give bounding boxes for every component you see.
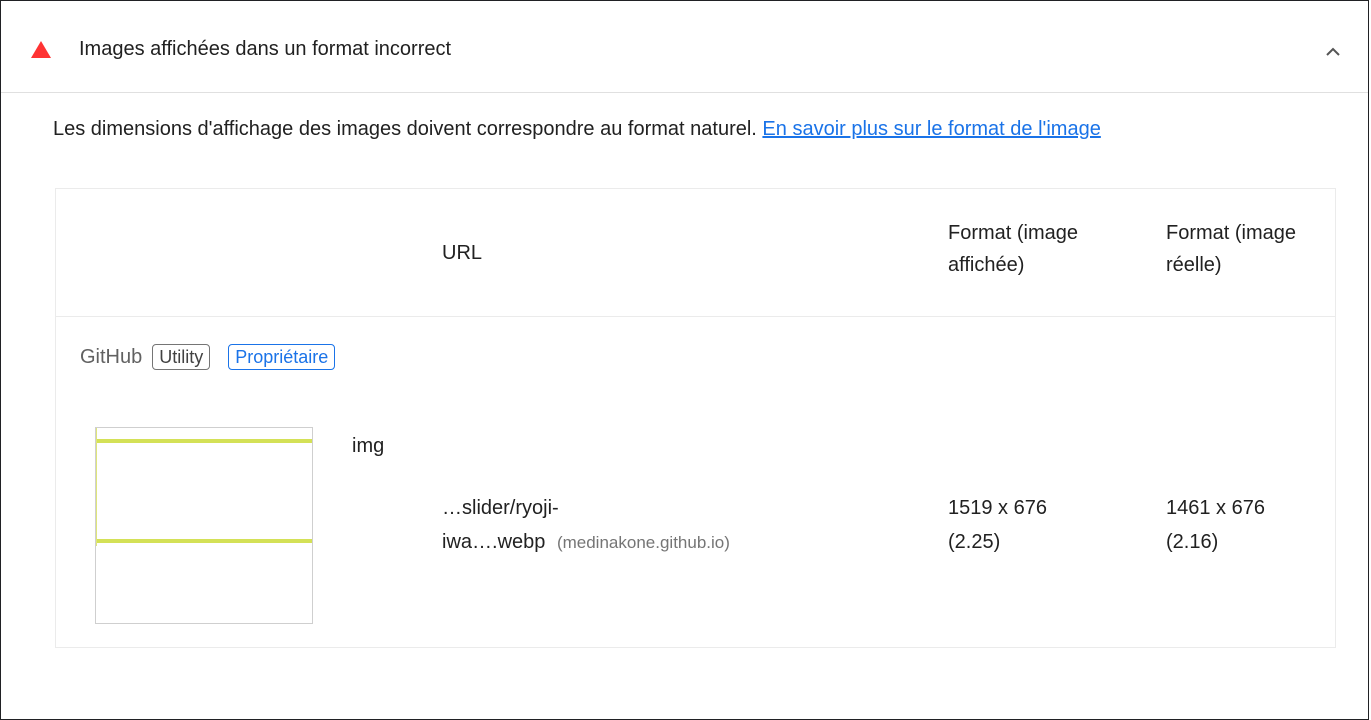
displayed-format-ratio: (2.25) [948, 531, 1001, 553]
node-label: img [352, 435, 385, 457]
url-origin: (medinakone.github.io) [556, 533, 730, 552]
warning-triangle-icon [31, 41, 51, 58]
thumbnail-edge [96, 428, 97, 546]
actual-format-cell: 1461 x 676 (2.16) [1166, 491, 1265, 559]
header-divider [56, 316, 1335, 317]
column-header-actual-line1: Format (image [1166, 222, 1297, 244]
learn-more-link[interactable]: En savoir plus sur le format de l'image [762, 118, 1100, 140]
url-line2: iwa….webp (medinakone.github.io) [442, 525, 730, 560]
description-text: Les dimensions d'affichage des images do… [53, 118, 757, 140]
displayed-format-cell: 1519 x 676 (2.25) [948, 491, 1047, 559]
entity-name: GitHub [80, 345, 143, 368]
column-header-displayed-line1: Format (image [948, 222, 1079, 244]
actual-format-ratio: (2.16) [1166, 531, 1219, 553]
actual-format-size: 1461 x 676 [1166, 497, 1265, 519]
url-cell[interactable]: …slider/ryoji- iwa….webp (medinakone.git… [442, 491, 730, 560]
column-header-actual: Format (image réelle) [1166, 217, 1296, 281]
column-header-displayed-line2: affichée) [948, 254, 1025, 276]
audit-title: Images affichées dans un format incorrec… [79, 38, 452, 60]
audit-description: Les dimensions d'affichage des images do… [53, 117, 1101, 141]
url-line1: …slider/ryoji- [442, 497, 559, 519]
chip-utility: Utility [152, 344, 211, 370]
entity-group: GitHub Utility Propriétaire [80, 344, 353, 370]
details-table: URL Format (image affichée) Format (imag… [55, 188, 1336, 648]
chevron-up-icon[interactable] [1324, 44, 1342, 58]
thumbnail-stripe-bottom [96, 539, 312, 543]
displayed-format-size: 1519 x 676 [948, 497, 1047, 519]
column-header-url: URL [442, 242, 483, 264]
audit-header[interactable]: Images affichées dans un format incorrec… [1, 1, 1368, 93]
column-header-displayed: Format (image affichée) [948, 217, 1078, 281]
chip-owner: Propriétaire [228, 344, 336, 370]
thumbnail-stripe-top [96, 439, 312, 443]
url-filename: iwa….webp [442, 531, 546, 553]
column-header-actual-line2: réelle) [1166, 254, 1222, 276]
image-thumbnail [95, 427, 313, 624]
